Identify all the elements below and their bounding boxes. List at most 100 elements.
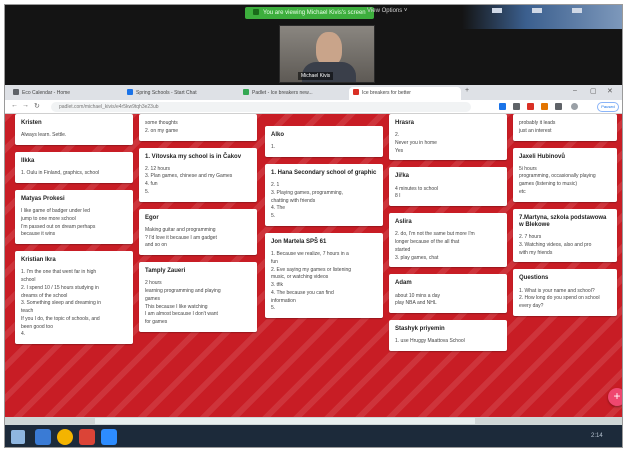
post-card[interactable]: Jiřka 4 minutes to school 8 I: [389, 167, 507, 207]
post-line: teach: [21, 308, 34, 314]
post-line: 4. The because you can find: [271, 289, 334, 296]
post-title: Jiřka: [395, 173, 410, 180]
board-column: Kristen Always learn. Settle. Ilkka 1. O…: [15, 114, 133, 351]
post-line: 2. 1: [271, 182, 280, 189]
browser-tab[interactable]: Spring Schools - Start Chat: [123, 87, 237, 100]
avatar[interactable]: [571, 103, 578, 110]
windows-taskbar: 2:14: [5, 425, 622, 447]
media-player-icon[interactable]: [79, 429, 95, 445]
post-line: play NBA and NHL: [395, 300, 437, 307]
post-line: etc: [519, 188, 526, 195]
extension-icon[interactable]: [541, 103, 548, 110]
extension-icon[interactable]: [527, 103, 534, 110]
post-line: Yes: [395, 147, 404, 154]
back-icon[interactable]: ←: [11, 102, 18, 109]
post-title: Kristen: [21, 120, 42, 126]
horizontal-scrollbar[interactable]: [5, 417, 622, 425]
board-column: Alko 1. 1. Hana Secondary school of grap…: [265, 114, 383, 325]
post-line: probably it leads: [519, 120, 556, 126]
post-card[interactable]: Adam about 10 mins a day play NBA and NH…: [389, 274, 507, 313]
post-line: information: [271, 297, 296, 304]
post-card[interactable]: Kristian Ikra 1. I'm the one that went f…: [15, 251, 133, 344]
add-post-button[interactable]: +: [608, 388, 622, 406]
tray-clock[interactable]: 2:14: [591, 433, 603, 439]
post-line: 2. Eve saying my games or listening: [271, 266, 352, 273]
post-card[interactable]: Jaxeli Hubinovů 5i hours programming, oc…: [513, 147, 617, 202]
browser-tab[interactable]: Eco Calendar - Home: [9, 87, 121, 100]
chrome-icon[interactable]: [57, 429, 73, 445]
post-card[interactable]: some thoughts 2. on my game: [139, 114, 257, 141]
post-card[interactable]: 1. Vítovska my school is in Čakov 2. 12 …: [139, 147, 257, 202]
post-line: fun: [271, 258, 278, 265]
view-options-button[interactable]: View Options ˅: [367, 8, 407, 14]
new-tab-button[interactable]: +: [465, 87, 469, 94]
post-line: longer because of the all that: [395, 239, 460, 246]
post-line: Never you in home: [395, 139, 437, 146]
post-line: 2.: [395, 132, 400, 139]
post-title: 1. Hana Secondary school of graphic: [271, 169, 377, 176]
post-card[interactable]: Hrasra 2. Never you in home Yes: [389, 114, 507, 161]
post-card[interactable]: Kristen Always learn. Settle.: [15, 114, 133, 145]
address-bar[interactable]: padlet.com/michael_kivis/e4r5kw9tqh3e23u…: [51, 102, 471, 112]
post-line: 2. I spend 10 / 15 hours studying in: [21, 284, 99, 291]
windows-start-icon[interactable]: [11, 430, 25, 444]
post-card[interactable]: Ilkka 1. Oulu in Finland, graphics, scho…: [15, 151, 133, 183]
reload-icon[interactable]: ↻: [34, 102, 40, 110]
post-card[interactable]: Matyas Prokesi I like game of badger und…: [15, 189, 133, 245]
scrollbar-thumb[interactable]: [95, 418, 475, 424]
screen-share-text: You are viewing Michael Kivis's screen: [263, 10, 366, 16]
explorer-icon[interactable]: [35, 429, 51, 445]
post-card[interactable]: 7.Martyna, szkola podstawowa w Blekowe 2…: [513, 208, 617, 263]
minimize-icon[interactable]: –: [573, 87, 577, 94]
close-icon[interactable]: ✕: [607, 87, 613, 95]
post-card[interactable]: probably it leads just an interest: [513, 114, 617, 141]
meeting-background: [462, 5, 622, 29]
post-line: 2. 12 hours: [145, 165, 171, 172]
post-line: 2 hours: [145, 280, 162, 287]
tab-favicon-icon: [13, 89, 19, 95]
post-card[interactable]: 1. Hana Secondary school of graphic 2. 1…: [265, 163, 383, 226]
board-column: probably it leads just an interest Jaxel…: [513, 114, 617, 323]
board-column: Hrasra 2. Never you in home Yes Jiřka 4 …: [389, 114, 507, 358]
post-card[interactable]: Jon Martela SPŠ 61 1. Because we realize…: [265, 232, 383, 319]
post-title: Egor: [145, 214, 159, 221]
board-column: some thoughts 2. on my game 1. Vítovska …: [139, 114, 257, 339]
post-title: Stashyk priyemin: [395, 326, 445, 332]
screen-share-banner[interactable]: You are viewing Michael Kivis's screen: [245, 7, 374, 19]
post-line: This because I like watching: [145, 303, 208, 310]
post-card[interactable]: Aslira 2. do, I'm not the same but more …: [389, 213, 507, 268]
post-card[interactable]: Questions 1. What is your name and schoo…: [513, 269, 617, 316]
post-line: been good too: [21, 323, 53, 330]
window-decoration: [572, 8, 582, 13]
post-line: 5.: [145, 188, 150, 195]
participant-video[interactable]: Michael Kivis: [279, 25, 375, 83]
screenshot-frame: You are viewing Michael Kivis's screen V…: [4, 4, 623, 448]
browser-toolbar: ← → ↻ padlet.com/michael_kivis/e4r5kw9tq…: [5, 100, 622, 114]
post-line: 4.: [21, 331, 26, 338]
post-line: just an interest: [519, 127, 552, 134]
post-card[interactable]: Egor Making guitar and programming ? I'd…: [139, 208, 257, 256]
forward-icon[interactable]: →: [22, 102, 29, 109]
post-line: ? I'd love it because I am gadget: [145, 234, 217, 241]
post-card[interactable]: Stashyk priyemin 1. use Hruggy Maattova …: [389, 320, 507, 351]
maximize-icon[interactable]: ▢: [590, 87, 597, 95]
tab-label: Spring Schools - Start Chat: [136, 90, 197, 96]
post-line: 4. fun: [145, 181, 158, 188]
padlet-board[interactable]: Kristen Always learn. Settle. Ilkka 1. O…: [5, 114, 622, 417]
profile-status-button[interactable]: Paused: [597, 102, 619, 112]
browser-tab-strip: Eco Calendar - Home Spring Schools - Sta…: [5, 85, 622, 100]
post-card[interactable]: Alko 1.: [265, 126, 383, 157]
post-card[interactable]: Tamply Zaueri 2 hours learning programmi…: [139, 262, 257, 332]
zoom-app-icon[interactable]: [101, 429, 117, 445]
post-line: 1. use Hruggy Maattova School: [395, 338, 465, 345]
post-line: Always learn. Settle.: [21, 132, 67, 139]
browser-tab-active[interactable]: Ice breakers for better: [349, 87, 461, 100]
post-title: Alko: [271, 132, 285, 138]
zoom-meeting-bar: You are viewing Michael Kivis's screen V…: [5, 5, 622, 85]
extension-icon[interactable]: [513, 103, 520, 110]
extension-icon[interactable]: [499, 103, 506, 110]
post-line: 3. Something sleep and dreaming in: [21, 300, 102, 307]
browser-tab[interactable]: Padlet - Ice breakers new...: [239, 87, 347, 100]
extension-icon[interactable]: [555, 103, 562, 110]
post-line: games: [145, 295, 161, 302]
